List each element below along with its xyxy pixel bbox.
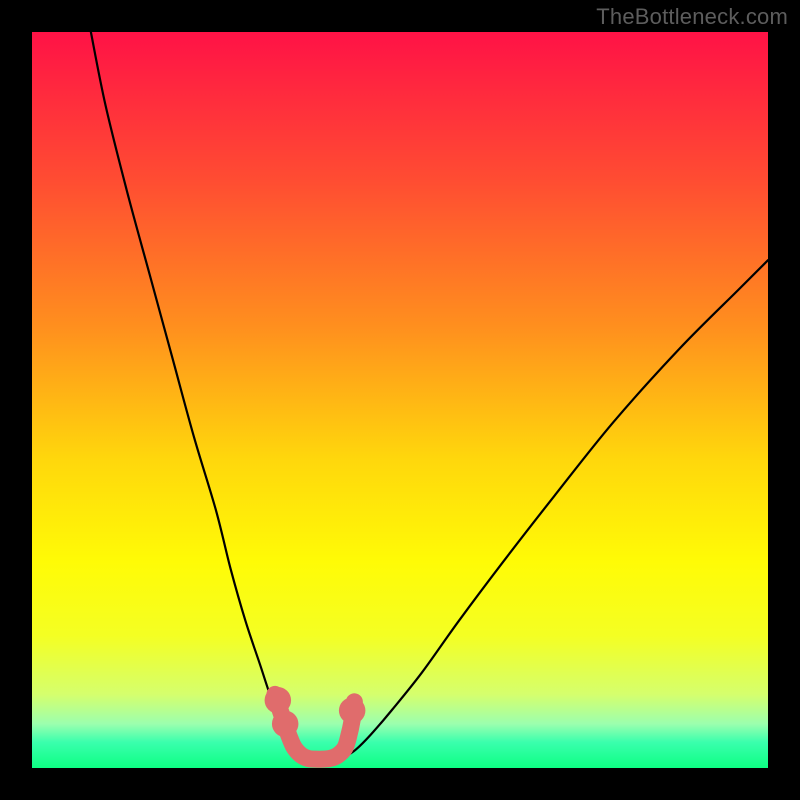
marker-left-dot-upper [265, 687, 291, 713]
watermark-text: TheBottleneck.com [596, 4, 788, 30]
plot-curves [32, 32, 768, 768]
series-right-branch [345, 260, 768, 757]
chart-frame: TheBottleneck.com [0, 0, 800, 800]
marker-left-dot-lower [272, 711, 298, 737]
marker-right-dot [339, 697, 365, 723]
plot-area [32, 32, 768, 768]
series-left-branch [91, 32, 303, 757]
